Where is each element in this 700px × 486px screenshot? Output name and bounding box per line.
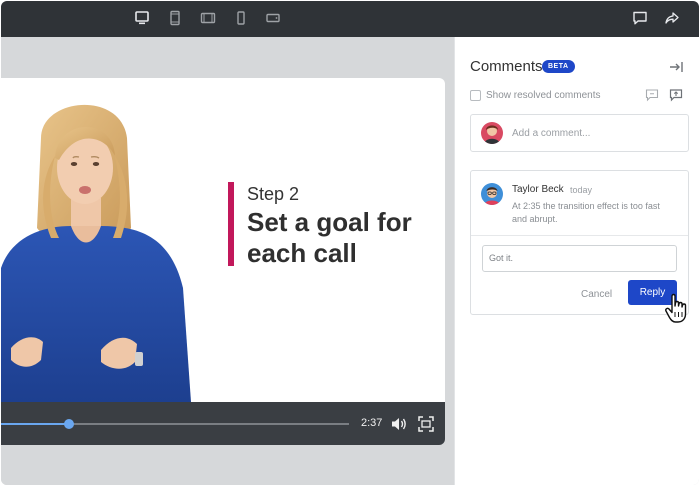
- video-stage: Step 2 Set a goal for each call 2:37: [1, 37, 454, 485]
- add-comment-placeholder: Add a comment...: [512, 128, 591, 139]
- thread-divider: [471, 235, 688, 236]
- panel-title: Comments: [470, 58, 543, 75]
- phone-landscape-icon[interactable]: [264, 9, 282, 27]
- progress-fill: [1, 423, 69, 425]
- video-frame[interactable]: Step 2 Set a goal for each call: [1, 78, 445, 402]
- volume-icon[interactable]: [390, 415, 408, 433]
- commenter-avatar: [481, 183, 503, 205]
- comment-time: today: [570, 185, 593, 195]
- playback-time: 2:37: [361, 417, 383, 429]
- progress-handle[interactable]: [63, 419, 74, 429]
- beta-badge: BETA: [542, 60, 575, 73]
- progress-track[interactable]: [1, 423, 349, 425]
- desktop-icon[interactable]: [133, 9, 151, 27]
- player-controls: 2:37: [1, 402, 445, 445]
- comments-panel: Comments BETA Show resolved comments Add…: [454, 37, 699, 485]
- reply-input[interactable]: Got it.: [482, 245, 677, 272]
- tablet-landscape-icon[interactable]: [199, 9, 217, 27]
- comment-author: Taylor Beck: [512, 184, 564, 195]
- add-comment-icon[interactable]: [645, 88, 659, 102]
- share-icon[interactable]: [663, 9, 681, 27]
- tablet-portrait-icon[interactable]: [166, 9, 184, 27]
- top-toolbar: [1, 1, 699, 37]
- comment-text: At 2:35 the transition effect is too fas…: [512, 201, 660, 224]
- show-resolved-checkbox[interactable]: [470, 90, 481, 101]
- add-comment-field[interactable]: Add a comment...: [470, 114, 689, 152]
- cancel-button[interactable]: Cancel: [581, 289, 612, 300]
- comment-icon[interactable]: [631, 9, 649, 27]
- comment-thread: Taylor Beck today At 2:35 the transition…: [470, 170, 689, 323]
- fullscreen-icon[interactable]: [417, 415, 435, 433]
- slide-title: Set a goal for each call: [247, 207, 412, 268]
- hand-cursor-icon: [665, 293, 687, 323]
- collapse-panel-icon[interactable]: [668, 59, 684, 75]
- phone-portrait-icon[interactable]: [232, 9, 250, 27]
- show-resolved-label: Show resolved comments: [486, 90, 601, 101]
- presenter-image: [1, 104, 191, 402]
- slide-step-label: Step 2: [247, 184, 300, 204]
- export-comments-icon[interactable]: [669, 88, 683, 102]
- accent-bar: [228, 182, 234, 266]
- current-user-avatar: [481, 122, 503, 144]
- app-window: Step 2 Set a goal for each call 2:37 Com…: [1, 1, 699, 485]
